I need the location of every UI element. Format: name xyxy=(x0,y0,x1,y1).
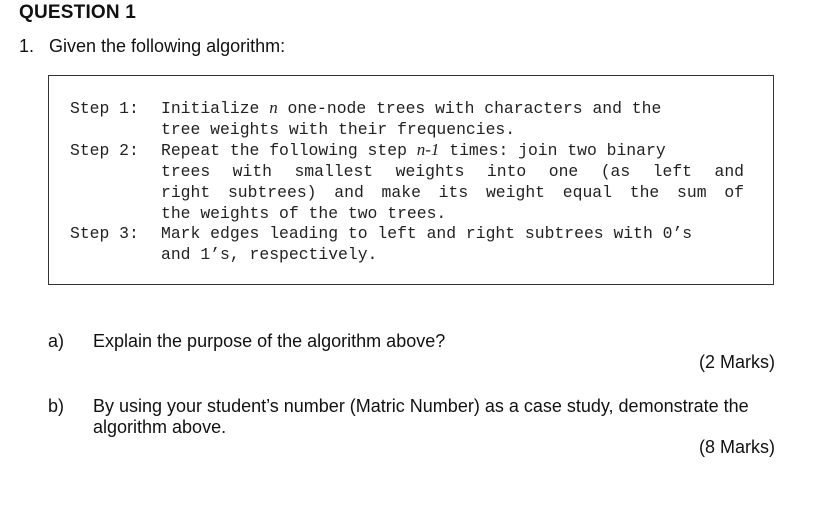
step-text: the weights of the two trees. xyxy=(161,204,447,223)
step-text: one-node trees with characters and the xyxy=(277,99,662,118)
part-a-text: Explain the purpose of the algorithm abo… xyxy=(93,331,446,351)
step-text-line: trees with smallest weights into one (as… xyxy=(161,162,744,181)
variable-n-minus-1: n-1 xyxy=(416,140,440,159)
step-text: tree weights with their frequencies. xyxy=(161,120,516,139)
step-label: Step 2: xyxy=(70,141,139,160)
part-b-marks: (8 Marks) xyxy=(699,437,775,457)
step-text: Initialize xyxy=(161,99,270,118)
step-label: Step 3: xyxy=(70,224,139,243)
step-text-line: right subtrees) and make its weight equa… xyxy=(161,183,744,202)
step-text: trees with smallest weights into one (as… xyxy=(70,161,744,182)
question-text: Given the following algorithm: xyxy=(49,36,286,56)
part-b-text-line: By using your student’s number (Matric N… xyxy=(93,396,749,416)
variable-n: n xyxy=(269,98,278,117)
part-b-text: By using your student’s number (Matric N… xyxy=(93,396,749,438)
algorithm-step-2: Step 2: Repeat the following step n-1 tim… xyxy=(70,139,744,224)
step-label: Step 1: xyxy=(70,99,139,118)
step-text: Repeat the following step xyxy=(161,141,417,160)
step-text: times: join two binary xyxy=(439,141,666,160)
step-text: right subtrees) and make its weight equa… xyxy=(70,182,744,203)
step-text: and 1’s, respectively. xyxy=(161,245,378,264)
question-heading: QUESTION 1 xyxy=(19,2,137,23)
part-b-text-line: algorithm above. xyxy=(93,417,227,437)
part-a-letter: a) xyxy=(48,331,65,351)
question-number: 1. xyxy=(19,36,35,56)
part-b-letter: b) xyxy=(48,396,65,416)
algorithm-step-3: Step 3: Mark edges leading to left and ri… xyxy=(70,223,692,265)
step-text: Mark edges leading to left and right sub… xyxy=(161,224,693,243)
part-a-marks: (2 Marks) xyxy=(699,352,775,372)
algorithm-step-1: Step 1: Initialize n one-node trees with … xyxy=(70,97,661,140)
